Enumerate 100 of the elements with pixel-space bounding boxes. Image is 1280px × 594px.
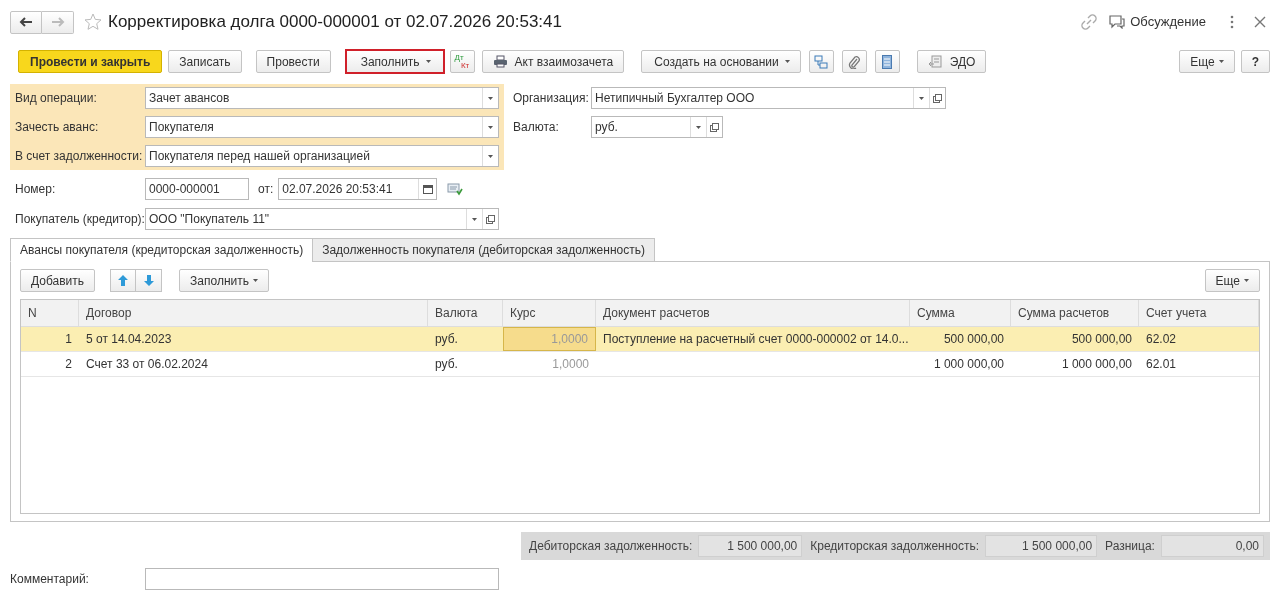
total-label: Дебиторская задолженность: xyxy=(529,538,693,555)
caret-icon xyxy=(1244,279,1249,282)
dropdown-button[interactable]: Заполнить xyxy=(344,49,445,74)
column-header[interactable]: Сумма xyxy=(910,300,1011,326)
linked-boxes-icon xyxy=(814,54,829,69)
number-field[interactable]: 0000-000001 xyxy=(145,178,249,200)
field-label: Зачесть аванс: xyxy=(15,119,100,136)
total-value: 0,00 xyxy=(1160,535,1264,557)
post-and-close-button[interactable]: Провести и закрыть xyxy=(18,50,163,73)
more-button[interactable]: Еще xyxy=(1179,50,1235,73)
table-cell-text: 500 000,00 xyxy=(942,331,1005,348)
document-list-icon xyxy=(882,54,893,69)
tab[interactable]: Задолженность покупателя (дебиторская задолженность) xyxy=(312,238,655,262)
add-button[interactable]: Добавить xyxy=(20,269,96,292)
debit-credit-button[interactable]: Дт Кт xyxy=(449,50,475,73)
dropdown-icon[interactable] xyxy=(488,96,493,100)
table-cell-text: 62.01 xyxy=(1145,356,1178,373)
caret-icon xyxy=(1218,60,1224,63)
field-label: Номер: xyxy=(15,181,57,198)
forward-arrow-icon xyxy=(50,17,65,27)
caret-icon xyxy=(252,279,258,282)
column-header[interactable]: Курс xyxy=(503,300,596,326)
table-cell: 1,0000 xyxy=(503,327,596,351)
back-arrow-icon xyxy=(19,17,33,27)
document-check-icon[interactable] xyxy=(447,182,464,196)
more-button[interactable]: Еще xyxy=(1204,269,1260,292)
edo-button[interactable]: ЭДО xyxy=(916,50,987,73)
column-header[interactable]: Сумма расчетов xyxy=(1011,300,1139,326)
list-button[interactable] xyxy=(874,50,900,73)
table-cell-text: 5 от 14.04.2023 xyxy=(85,331,173,348)
back-button[interactable] xyxy=(10,10,42,34)
structure-button[interactable] xyxy=(808,50,834,73)
column-header[interactable]: Валюта xyxy=(428,300,503,326)
table-cell-text: Счет 33 от 06.02.2024 xyxy=(85,356,209,373)
currency-field[interactable]: руб. xyxy=(591,116,723,138)
date-field[interactable]: 02.07.2026 20:53:41 xyxy=(278,178,438,200)
field-label: от: xyxy=(258,181,274,198)
print-button[interactable]: Акт взаимозачета xyxy=(481,50,625,73)
dropdown-icon[interactable] xyxy=(488,154,493,158)
dropdown-icon[interactable] xyxy=(472,217,477,221)
table-cell-text: 1 xyxy=(64,331,73,348)
printer-icon xyxy=(492,55,508,68)
column-header[interactable]: Договор xyxy=(79,300,428,326)
field-label: Валюта: xyxy=(513,119,560,136)
down-arrow-icon xyxy=(143,275,154,286)
move-up-button[interactable] xyxy=(110,269,137,292)
field-label: Покупатель (кредитор): xyxy=(15,211,145,228)
link-icon[interactable] xyxy=(1081,14,1098,30)
dropdown-button[interactable]: Создать на основании xyxy=(641,50,801,73)
field-label: Вид операции: xyxy=(15,90,98,107)
help-button[interactable]: ? xyxy=(1240,50,1270,73)
move-down-button[interactable] xyxy=(136,269,163,292)
close-icon[interactable] xyxy=(1254,16,1266,28)
organization-field[interactable]: Нетипичный Бухгалтер ООО xyxy=(591,87,946,109)
window-title: Корректировка долга 0000-000001 от 02.07.2026 20:53:41 xyxy=(108,11,562,34)
star-icon[interactable] xyxy=(84,13,102,31)
more-options-icon[interactable] xyxy=(1230,15,1234,29)
toolbar-button[interactable]: Провести xyxy=(255,50,331,73)
discussion-button[interactable]: Обсуждение xyxy=(1109,12,1206,32)
calendar-icon[interactable] xyxy=(422,184,433,194)
field-label: Организация: xyxy=(513,90,590,107)
dropdown-field[interactable]: Покупателя перед нашей организацией xyxy=(145,145,499,167)
chat-icon xyxy=(1109,15,1126,29)
dropdown-button[interactable]: Заполнить xyxy=(179,269,269,292)
table-cell-text: 1 000 000,00 xyxy=(932,356,1005,373)
column-header[interactable]: Счет учета xyxy=(1139,300,1259,326)
paperclip-icon xyxy=(848,54,861,69)
table-cell-text: 62.02 xyxy=(1145,331,1178,348)
total-label: Кредиторская задолженность: xyxy=(810,538,980,555)
open-window-icon[interactable] xyxy=(710,122,719,132)
document-exchange-icon xyxy=(927,55,944,68)
comment-field[interactable] xyxy=(145,568,499,590)
dropdown-icon[interactable] xyxy=(488,125,493,129)
dropdown-field[interactable]: Зачет авансов xyxy=(145,87,499,109)
caret-icon xyxy=(425,60,431,63)
dropdown-field[interactable]: Покупателя xyxy=(145,116,499,138)
total-value: 1 500 000,00 xyxy=(698,535,803,557)
table-cell-text: 500 000,00 xyxy=(1070,331,1133,348)
field-label: В счет задолженности: xyxy=(15,148,144,165)
table-cell-text: Поступление на расчетный счет 0000-000002 от 14.0... xyxy=(602,331,910,348)
column-header[interactable]: N xyxy=(21,300,79,326)
caret-icon xyxy=(784,60,790,63)
up-arrow-icon xyxy=(118,275,129,286)
table-row[interactable]: 1 5 от 14.04.2023 руб. 1,0000 Поступление на расчетный счет 0000-000002 от 14.0... 500 000,00 500 000,00 62.02 xyxy=(21,327,1259,352)
tab[interactable]: Авансы покупателя (кредиторская задолженность) xyxy=(10,238,314,262)
table-cell-text: 2 xyxy=(64,356,73,373)
total-value: 1 500 000,00 xyxy=(985,535,1098,557)
table-cell-text: 1 000 000,00 xyxy=(1060,356,1133,373)
total-label: Разница: xyxy=(1105,538,1155,555)
column-header[interactable]: Документ расчетов xyxy=(596,300,910,326)
attach-button[interactable] xyxy=(841,50,867,73)
table-cell-text: руб. xyxy=(434,356,459,373)
field-label: Комментарий: xyxy=(10,571,90,588)
open-window-icon[interactable] xyxy=(486,214,495,224)
toolbar-button[interactable]: Записать xyxy=(168,50,242,73)
dropdown-icon[interactable] xyxy=(919,96,924,100)
buyer-field[interactable]: ООО "Покупатель 11" xyxy=(145,208,499,230)
open-window-icon[interactable] xyxy=(933,93,942,103)
dropdown-icon[interactable] xyxy=(696,125,701,129)
table-cell-text: руб. xyxy=(434,331,459,348)
